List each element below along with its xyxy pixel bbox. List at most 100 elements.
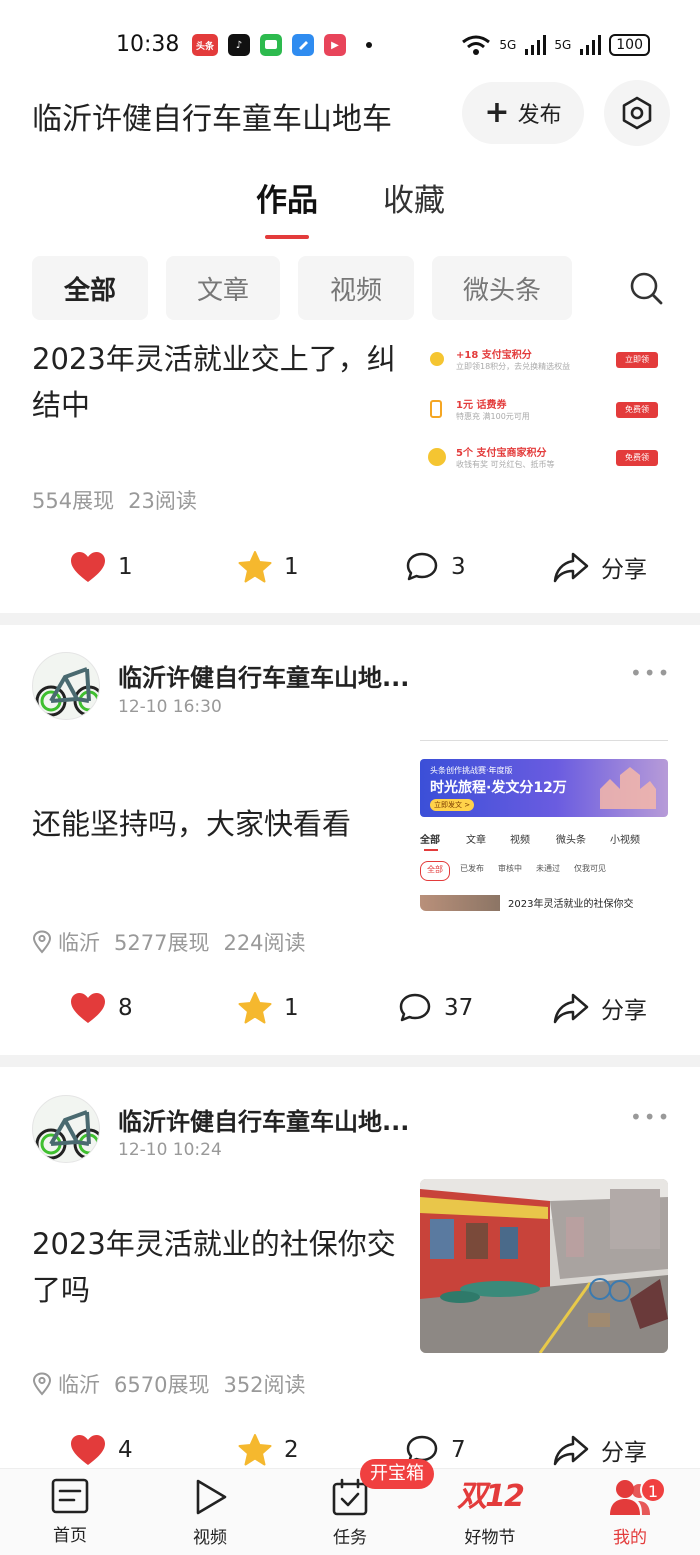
filter-articles[interactable]: 文章 — [166, 256, 280, 320]
reads-count: 23阅读 — [128, 489, 197, 513]
thumb-row-button: 免费领 — [616, 402, 658, 418]
nav-festival[interactable]: 双12 好物节 — [440, 1477, 540, 1548]
favorite-button[interactable]: 1 — [238, 983, 299, 1033]
post-date: 12-10 16:30 — [118, 697, 222, 717]
like-button[interactable]: 8 — [70, 983, 133, 1033]
search-icon[interactable] — [626, 268, 666, 308]
comment-icon — [399, 993, 431, 1022]
post-thumbnail[interactable]: +18 支付宝积分 立即领18积分，去兑换精选权益 立即领 1元 话费券 特惠充… — [420, 336, 668, 476]
toutiao-app-icon: 头条 — [192, 34, 218, 56]
publish-button[interactable]: + 发布 — [462, 82, 584, 144]
comment-icon — [406, 552, 438, 581]
thumb-row: 5个 支付宝商家积分 收钱有奖 可兑红包、抵币等 免费领 — [426, 444, 662, 474]
thumb-row: 1元 话费券 特惠充 满100元可用 免费领 — [426, 396, 662, 426]
thumb-chip: 全部 — [420, 861, 450, 881]
post-title[interactable]: 还能坚持吗，大家快看看 — [32, 801, 402, 847]
coin-icon — [430, 352, 444, 366]
comment-button[interactable]: 3 — [405, 542, 466, 592]
comment-count: 3 — [451, 554, 466, 580]
nav-home-label: 首页 — [53, 1526, 87, 1546]
network-5g-label-2: 5G — [554, 38, 572, 52]
filter-fade — [585, 248, 615, 328]
bicycle-icon — [35, 1110, 99, 1160]
heart-icon — [71, 1435, 105, 1465]
tab-favorites[interactable]: 收藏 — [383, 175, 445, 220]
thumb-tab: 文章 — [466, 835, 486, 846]
thumb-tab: 全部 — [420, 835, 440, 846]
thumb-chip: 仅我可见 — [574, 864, 606, 873]
thumb-row-title: +18 支付宝积分 — [456, 350, 532, 361]
share-button[interactable]: 分享 — [553, 983, 647, 1033]
heart-icon — [71, 552, 105, 582]
views-count: 554展现 — [32, 489, 115, 513]
post-thumbnail[interactable]: 头条创作挑战赛·年度版 时光旅程·发文分12万 立即发文 > 全部 文章 视频 … — [420, 733, 668, 911]
thumb-chip: 已发布 — [460, 864, 484, 873]
thumb-chips: 全部 已发布 审核中 未通过 仅我可见 — [420, 861, 668, 881]
share-label: 分享 — [601, 1440, 647, 1466]
filter-videos[interactable]: 视频 — [298, 256, 414, 320]
thumb-banner: 头条创作挑战赛·年度版 时光旅程·发文分12万 立即发文 > — [420, 759, 668, 817]
avatar[interactable] — [32, 1095, 100, 1163]
favorite-count: 1 — [284, 554, 299, 580]
signal-icon-2 — [580, 35, 602, 55]
post-stats: 临沂 5277展现 224阅读 — [32, 927, 306, 957]
post-card[interactable]: 临沂许健自行车童车山地... 12-10 16:30 ••• 还能坚持吗，大家快… — [0, 625, 700, 1055]
share-label: 分享 — [601, 998, 647, 1024]
active-tab-indicator — [265, 235, 309, 239]
plus-icon: + — [484, 95, 510, 130]
comment-button[interactable]: 37 — [398, 983, 473, 1033]
notification-dot-icon — [366, 42, 372, 48]
views-count: 6570展现 — [114, 1373, 210, 1397]
like-count: 8 — [118, 995, 133, 1021]
thumb-tab-indicator — [424, 849, 438, 851]
author-name[interactable]: 临沂许健自行车童车山地... — [118, 1102, 409, 1137]
filter-micro-posts[interactable]: 微头条 — [432, 256, 572, 320]
favorite-button[interactable]: 1 — [238, 542, 299, 592]
share-button[interactable]: 分享 — [553, 542, 647, 592]
more-options-icon[interactable]: ••• — [630, 661, 671, 685]
reads-count: 352阅读 — [223, 1373, 306, 1397]
more-options-icon[interactable]: ••• — [630, 1105, 671, 1129]
card-divider — [0, 613, 700, 625]
like-count: 4 — [118, 1437, 133, 1463]
favorite-count: 1 — [284, 995, 299, 1021]
blue-app-icon — [292, 34, 314, 56]
play-icon — [196, 1479, 227, 1515]
avatar[interactable] — [32, 652, 100, 720]
post-title[interactable]: 2023年灵活就业交上了，纠结中 — [32, 336, 402, 428]
comment-count: 37 — [444, 995, 474, 1021]
author-name[interactable]: 临沂许健自行车童车山地... — [118, 658, 409, 693]
castle-illustration-icon — [600, 767, 656, 809]
post-card[interactable]: 临沂许健自行车童车山地... 12-10 10:24 ••• 2023年灵活就业… — [0, 1067, 700, 1468]
page-title: 临沂许健自行车童车山地车 — [32, 102, 392, 137]
like-button[interactable]: 1 — [70, 542, 133, 592]
thumb-chip: 未通过 — [536, 864, 560, 873]
banner-small-text: 头条创作挑战赛·年度版 — [430, 766, 513, 775]
thumb-row-button: 免费领 — [616, 450, 658, 466]
tab-works[interactable]: 作品 — [256, 175, 318, 220]
post-card[interactable]: 2023年灵活就业交上了，纠结中 +18 支付宝积分 立即领18积分，去兑换精选… — [0, 328, 700, 613]
treasure-box-badge[interactable]: 开宝箱 — [360, 1459, 434, 1489]
post-title[interactable]: 2023年灵活就业的社保你交了吗 — [32, 1221, 402, 1313]
gear-icon — [622, 96, 652, 130]
thumb-row: +18 支付宝积分 立即领18积分，去兑换精选权益 立即领 — [426, 346, 662, 376]
thumb-tab: 小视频 — [610, 835, 640, 846]
nav-video[interactable]: 视频 — [160, 1477, 260, 1548]
thumb-tabs: 全部 文章 视频 微头条 小视频 — [420, 831, 668, 851]
nav-tasks-label: 任务 — [333, 1528, 367, 1548]
publish-label: 发布 — [517, 103, 562, 128]
reads-count: 224阅读 — [223, 931, 306, 955]
nav-home[interactable]: 首页 — [20, 1477, 120, 1546]
star-icon — [238, 1434, 272, 1466]
favorite-count: 2 — [284, 1437, 299, 1463]
like-count: 1 — [118, 554, 133, 580]
location-label: 临沂 — [58, 931, 100, 955]
post-thumbnail-street-photo[interactable] — [420, 1179, 668, 1353]
wifi-icon — [462, 35, 491, 55]
settings-button[interactable] — [604, 80, 670, 146]
thumb-row-image — [420, 895, 500, 911]
filter-bar: 全部 文章 视频 微头条 — [0, 248, 700, 328]
thumb-row-sub: 收钱有奖 可兑红包、抵币等 — [456, 460, 555, 469]
filter-all[interactable]: 全部 — [32, 256, 148, 320]
bicycle-icon — [35, 667, 99, 717]
